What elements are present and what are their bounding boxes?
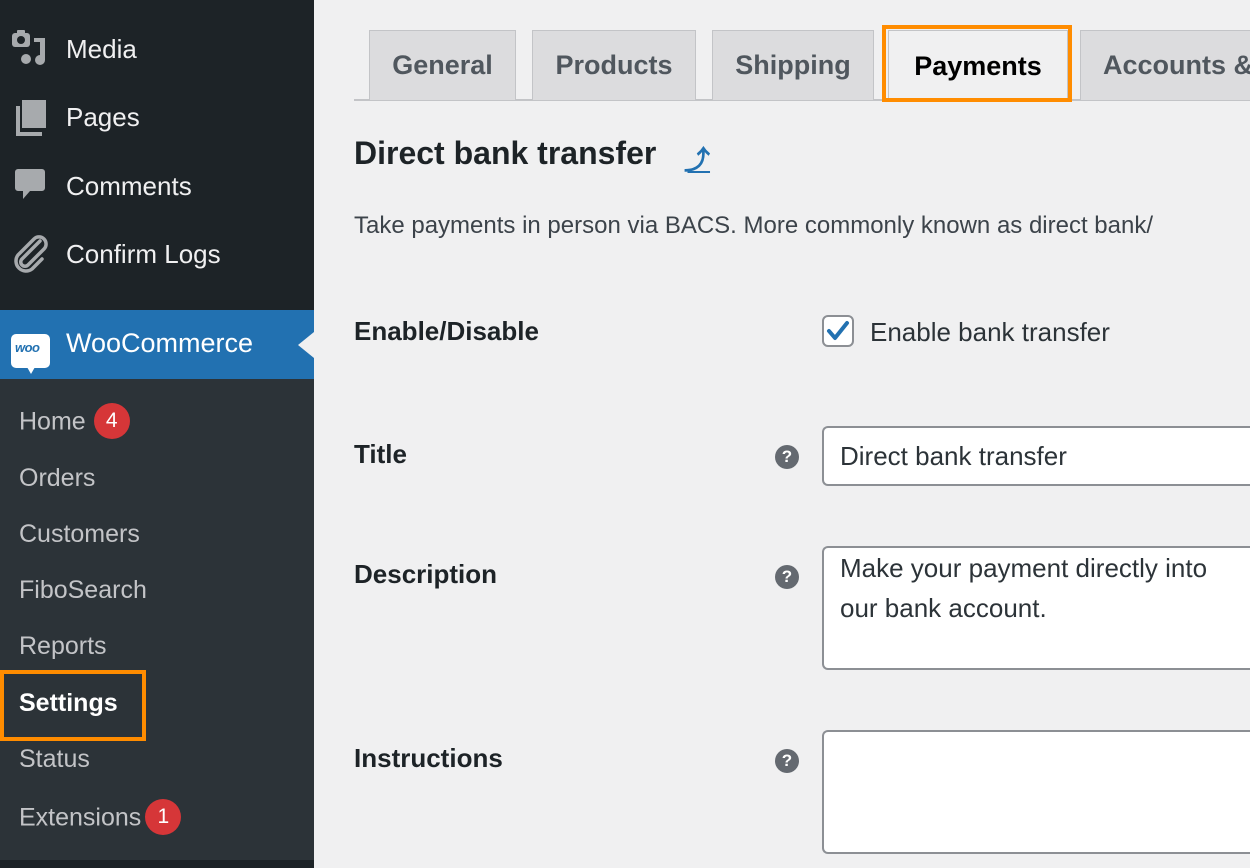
pages-icon (12, 98, 50, 136)
title-input[interactable]: Direct bank transfer (822, 426, 1250, 486)
comments-icon (12, 167, 50, 205)
menu-label: Pages (66, 101, 140, 132)
checkmark-icon (827, 321, 849, 340)
section-title: Direct bank transfer (354, 135, 657, 171)
main-content: General Products Shipping Payments Accou… (314, 0, 1250, 868)
tab-general[interactable]: General (369, 30, 516, 100)
submenu-item-extensions[interactable]: Extensions 1 (19, 799, 182, 837)
enable-disable-label: Enable/Disable (354, 316, 539, 346)
submenu-item-status[interactable]: Status (19, 745, 90, 774)
title-label: Title (354, 439, 407, 469)
help-tip-icon[interactable]: ? (775, 445, 799, 469)
submenu-item-orders[interactable]: Orders (19, 464, 95, 493)
help-tip-icon[interactable]: ? (775, 749, 799, 773)
current-menu-caret-icon (298, 332, 314, 358)
description-label: Description (354, 559, 498, 589)
menu-item-comments[interactable]: Comments (0, 156, 314, 216)
menu-label: Confirm Logs (66, 238, 221, 269)
settings-highlight (0, 670, 146, 741)
media-icon (12, 30, 50, 68)
menu-item-pages[interactable]: Pages (0, 87, 314, 147)
submenu-item-home[interactable]: Home 4 (19, 403, 130, 441)
menu-label: Media (66, 33, 137, 64)
tab-shipping[interactable]: Shipping (712, 30, 874, 100)
submenu-item-fibosearch[interactable]: FiboSearch (19, 576, 147, 605)
woocommerce-logo-icon: woo (11, 334, 50, 374)
woocommerce-submenu: Home 4 Orders Customers FiboSearch Report… (0, 379, 314, 860)
payments-highlight (882, 25, 1072, 102)
submenu-item-reports[interactable]: Reports (19, 632, 107, 661)
menu-item-confirm-logs[interactable]: Confirm Logs (0, 224, 314, 284)
menu-item-media[interactable]: Media (0, 19, 314, 79)
enable-bank-transfer-label[interactable]: Enable bank transfer (870, 317, 1110, 348)
menu-item-woocommerce[interactable]: woo WooCommerce (0, 310, 314, 379)
notification-badge: 4 (93, 403, 130, 439)
return-to-payments-link[interactable]: ⤴ (684, 140, 710, 177)
notification-badge: 1 (145, 799, 182, 835)
section-description: Take payments in person via BACS. More c… (354, 212, 1154, 239)
description-textarea[interactable]: Make your payment directly into our bank… (822, 546, 1250, 670)
instructions-label: Instructions (354, 743, 503, 773)
admin-sidebar: Media Pages Comments Confirm Logs woo Wo… (0, 0, 314, 868)
tab-accounts[interactable]: Accounts & (1080, 30, 1250, 100)
menu-label: WooCommerce (66, 328, 254, 358)
enable-bank-transfer-checkbox[interactable] (822, 315, 854, 347)
tab-products[interactable]: Products (532, 30, 696, 100)
menu-label: Comments (66, 170, 192, 201)
submenu-item-customers[interactable]: Customers (19, 520, 140, 549)
help-tip-icon[interactable]: ? (775, 565, 799, 589)
instructions-textarea[interactable] (822, 730, 1250, 854)
paperclip-icon (12, 235, 50, 273)
